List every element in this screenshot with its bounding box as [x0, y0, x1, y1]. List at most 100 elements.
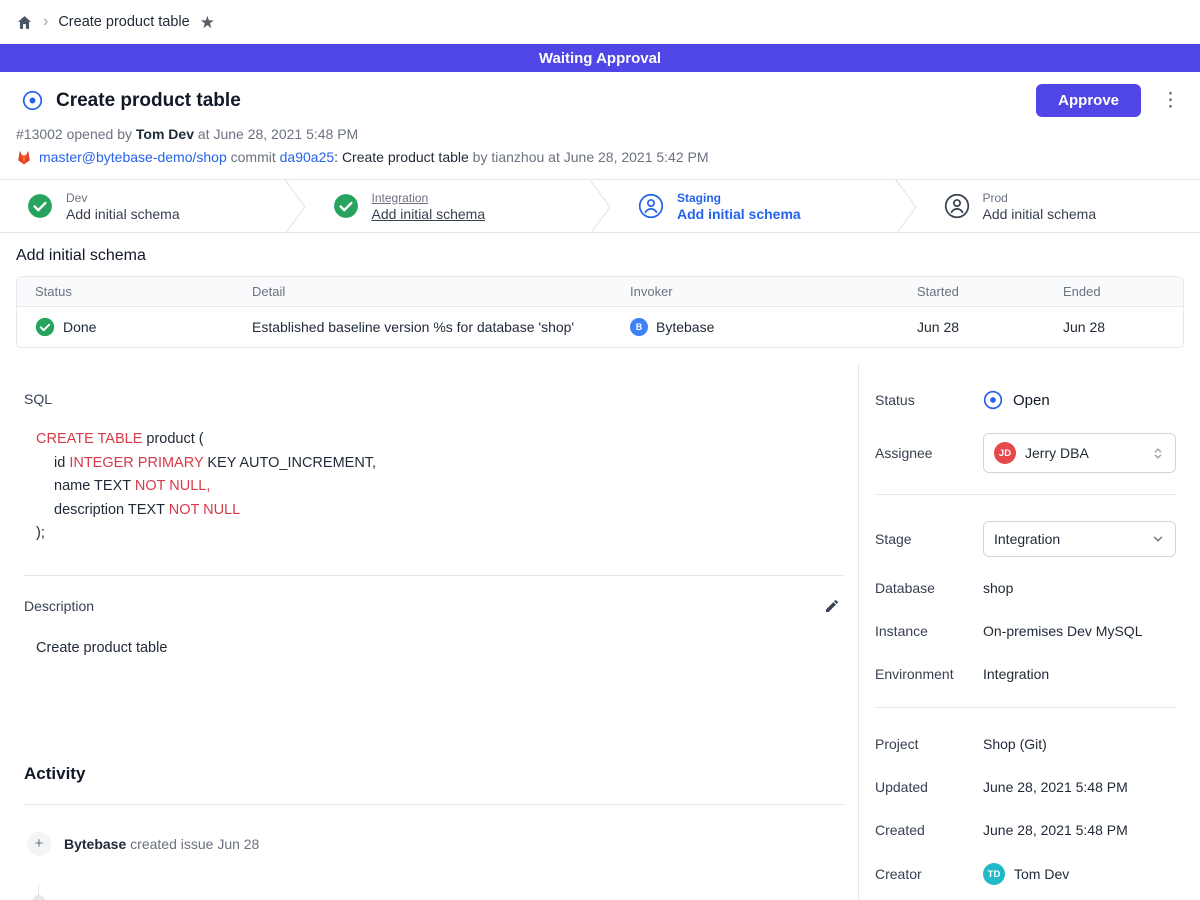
sql-text: id [54, 455, 69, 471]
assignee-name: Jerry DBA [1025, 445, 1142, 461]
environment-row: Environment Integration [875, 664, 1176, 684]
task-detail-cell: Established baseline version %s for data… [252, 319, 630, 335]
divider [875, 494, 1176, 495]
task-section: Add initial schema Status Detail Invoker… [0, 233, 1200, 364]
created-label: Created [875, 822, 983, 838]
stage-separator-icon [895, 180, 917, 234]
gitlab-icon [16, 150, 32, 165]
activity-action: created issue Jun 28 [126, 836, 259, 852]
stage-env-label: Prod [983, 191, 1097, 205]
status-banner-text: Waiting Approval [539, 50, 661, 67]
assignee-select[interactable]: JD Jerry DBA [983, 433, 1176, 473]
activity-actor: Bytebase [64, 836, 126, 852]
vcs-colon: : [334, 149, 342, 165]
stage-task-label: Add initial schema [372, 206, 486, 222]
pencil-icon [824, 598, 840, 614]
project-value: Shop (Git) [983, 736, 1047, 752]
creator-label: Creator [875, 866, 983, 882]
project-row: Project Shop (Git) [875, 734, 1176, 754]
issue-sidebar: Status Open Assignee JD Jerry DBA Stage [858, 364, 1200, 900]
chevron-down-icon [1151, 532, 1165, 546]
vcs-branch-link[interactable]: master@bytebase-demo/shop [39, 149, 227, 165]
status-banner: Waiting Approval [0, 44, 1200, 72]
check-circle-icon [333, 193, 359, 219]
updated-label: Updated [875, 779, 983, 795]
stage-env-label: Dev [66, 191, 180, 205]
approve-button[interactable]: Approve [1036, 84, 1141, 117]
updown-chevron-icon [1151, 446, 1165, 461]
database-value: shop [983, 580, 1013, 596]
issue-opened-at: at June 28, 2021 5:48 PM [194, 126, 358, 142]
check-circle-icon [27, 193, 53, 219]
vcs-commit-message: Create product table [342, 149, 469, 165]
updated-value: June 28, 2021 5:48 PM [983, 779, 1128, 795]
task-ended-cell: Jun 28 [1063, 319, 1183, 335]
issue-header: Create product table Approve ⋮ #13002 op… [0, 72, 1200, 179]
divider [24, 575, 844, 576]
breadcrumb-page[interactable]: Create product table [58, 14, 189, 30]
description-label: Description [24, 598, 94, 614]
sql-label: SQL [24, 391, 844, 407]
issue-author: Tom Dev [136, 126, 194, 142]
status-value: Open [1013, 392, 1050, 409]
assignee-label: Assignee [875, 445, 983, 461]
database-label: Database [875, 580, 983, 596]
bytebase-issue-page: › Create product table ★ Waiting Approva… [0, 0, 1200, 900]
updated-row: Updated June 28, 2021 5:48 PM [875, 777, 1176, 797]
sql-code-block: CREATE TABLE product ( id INTEGER PRIMAR… [24, 428, 844, 546]
creator-name: Tom Dev [1014, 866, 1069, 882]
created-value: June 28, 2021 5:48 PM [983, 822, 1128, 838]
task-table-header: Status Detail Invoker Started Ended [17, 277, 1183, 307]
stage-env-label: Integration [372, 191, 486, 205]
activity-title: Activity [24, 764, 844, 784]
sql-text: name TEXT [54, 478, 135, 494]
stage-select[interactable]: Integration [983, 521, 1176, 557]
sql-text: KEY AUTO_INCREMENT, [203, 455, 376, 471]
sql-text: product ( [142, 431, 203, 447]
issue-content: SQL CREATE TABLE product ( id INTEGER PR… [0, 364, 858, 900]
pending-user-icon [944, 193, 970, 219]
task-section-title: Add initial schema [16, 247, 1184, 265]
vcs-commit-hash-link[interactable]: da90a25 [280, 149, 335, 165]
stage-separator-icon [589, 180, 611, 234]
vcs-commit-word: commit [227, 149, 280, 165]
project-label: Project [875, 736, 983, 752]
plus-icon: + [27, 832, 51, 856]
stage-integration[interactable]: Integration Add initial schema [306, 180, 590, 232]
page-title: Create product table [56, 90, 241, 112]
home-icon[interactable] [16, 14, 33, 31]
created-row: Created June 28, 2021 5:48 PM [875, 820, 1176, 840]
instance-label: Instance [875, 623, 983, 639]
creator-row: Creator TD Tom Dev [875, 863, 1176, 885]
task-table: Status Detail Invoker Started Ended Done… [16, 276, 1184, 348]
breadcrumb-chevron-icon: › [43, 14, 48, 30]
stage-task-label: Add initial schema [677, 206, 801, 222]
column-header: Status [35, 284, 252, 299]
status-row: Status Open [875, 390, 1176, 410]
edit-description-button[interactable] [824, 598, 840, 614]
stage-task-label: Add initial schema [66, 206, 180, 222]
stage-prod[interactable]: Prod Add initial schema [917, 180, 1200, 232]
sql-text: ); [36, 525, 45, 541]
stage-value: Integration [994, 531, 1142, 547]
stage-dev[interactable]: Dev Add initial schema [0, 180, 284, 232]
task-status-cell: Done [35, 317, 252, 337]
creator-avatar: TD [983, 863, 1005, 885]
sql-keyword: INTEGER PRIMARY [69, 455, 203, 471]
kebab-menu-icon[interactable]: ⋮ [1157, 91, 1184, 110]
vcs-commit-by: by tianzhou at June 28, 2021 5:42 PM [469, 149, 709, 165]
instance-value: On-premises Dev MySQL [983, 623, 1142, 639]
pending-user-icon [638, 193, 664, 219]
activity-entry: + Bytebase created issue Jun 28 [24, 832, 844, 856]
sql-keyword: NOT NULL [169, 502, 240, 518]
star-icon[interactable]: ★ [200, 14, 215, 31]
sql-keyword: NOT NULL, [135, 478, 210, 494]
divider [24, 804, 844, 805]
task-started-cell: Jun 28 [917, 319, 1063, 335]
table-row: Done Established baseline version %s for… [17, 307, 1183, 347]
stage-task-label: Add initial schema [983, 206, 1097, 222]
column-header: Invoker [630, 284, 917, 299]
stage-staging[interactable]: Staging Add initial schema [611, 180, 895, 232]
task-invoker-cell: B Bytebase [630, 318, 917, 336]
assignee-avatar: JD [994, 442, 1016, 464]
